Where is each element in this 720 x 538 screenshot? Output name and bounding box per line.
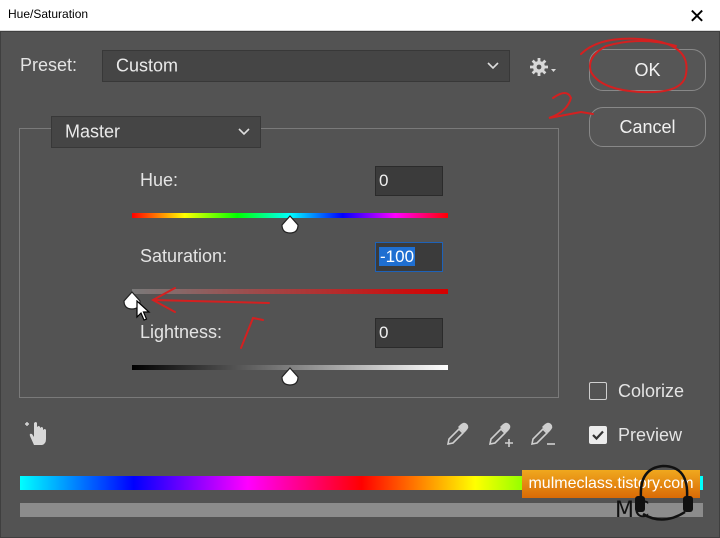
dialog-body: Preset: Custom OK Cancel Master Hue: 0 S…	[0, 31, 720, 538]
title-bar: Hue/Saturation ✕	[0, 0, 720, 31]
step-1-annotation	[240, 316, 264, 349]
ok-circle-annotation	[580, 37, 688, 94]
red-annotations	[150, 37, 688, 349]
window-title: Hue/Saturation	[8, 7, 89, 21]
close-icon[interactable]: ✕	[674, 0, 720, 31]
arrow-annotation	[150, 287, 270, 313]
step-2-annotation	[548, 92, 594, 119]
